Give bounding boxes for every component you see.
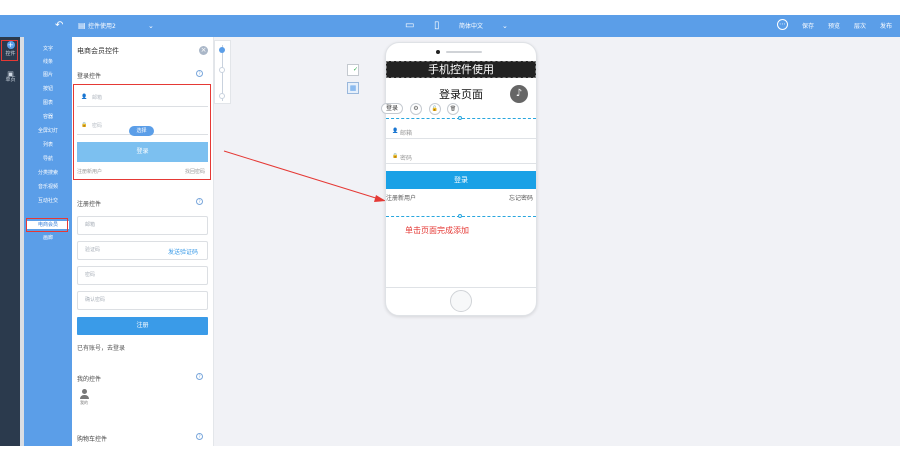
speaker-slot — [446, 51, 482, 53]
password-placeholder: 密码 — [400, 155, 413, 162]
category-item[interactable]: 图表 — [24, 99, 72, 107]
music-icon[interactable]: ♪ — [510, 85, 528, 103]
more-icon[interactable]: ⋯ — [777, 19, 788, 30]
save-button[interactable]: 保存 — [802, 22, 814, 31]
document-icon: ▤ — [78, 21, 86, 30]
highlight-box — [1, 40, 18, 61]
cart-section-title: 购物车控件 — [77, 436, 108, 443]
rail-page-label: 单页 — [5, 77, 16, 83]
category-item[interactable]: 互动社交 — [24, 197, 72, 205]
layer-button[interactable]: 层次 — [854, 22, 866, 31]
login-control-highlight[interactable] — [73, 84, 211, 180]
home-button[interactable] — [450, 290, 472, 312]
editor-app: ↶ ▤ 控件使用2 ⌄ ▭ ▯ 简体中文 ⌄ ⋯ 保存 预览 层次 发布 + 控… — [0, 0, 900, 461]
preview-button[interactable]: 预览 — [828, 22, 840, 31]
category-item[interactable]: 按钮 — [24, 85, 72, 93]
person-icon — [81, 389, 87, 394]
category-item[interactable]: 文字 — [24, 45, 72, 53]
my-control[interactable]: 我的 — [78, 389, 90, 405]
phone-forgot-link[interactable]: 忘记密码 — [509, 193, 533, 202]
chevron-down-icon[interactable]: ⌄ — [148, 20, 154, 32]
close-icon[interactable]: × — [199, 46, 208, 55]
annotation-text: 单击页面完成添加 — [405, 226, 469, 235]
publish-button[interactable]: 发布 — [880, 22, 892, 31]
send-code-button[interactable]: 发送验证码 — [168, 247, 198, 256]
confirm-password-field[interactable]: 确认密码 — [77, 291, 208, 310]
category-list: 文字 线条 图片 按钮 图表 容器 全屏幻灯 列表 导航 分类搜索 音乐视频 互… — [24, 37, 72, 446]
slider-handle[interactable] — [219, 47, 225, 53]
highlight-box — [26, 218, 68, 232]
category-item[interactable]: 图片 — [24, 71, 72, 79]
help-icon[interactable]: ? — [196, 198, 203, 205]
register-email-field[interactable]: 邮箱 — [77, 216, 208, 235]
document-name[interactable]: 控件使用2 — [88, 22, 116, 31]
undo-icon[interactable]: ↶ — [55, 20, 63, 32]
trash-icon[interactable]: 🗑 — [447, 103, 459, 115]
phone-password-field[interactable]: 🔒 密码 — [386, 147, 536, 164]
category-item[interactable]: 列表 — [24, 141, 72, 149]
phone-email-field[interactable]: 👤 邮箱 — [386, 122, 536, 139]
my-section-title: 我的控件 — [77, 376, 102, 383]
settings-icon[interactable]: ⚙ — [410, 103, 422, 115]
register-section-title: 注册控件 — [77, 201, 102, 208]
mobile-view-icon[interactable]: ▯ — [434, 20, 440, 32]
phone-register-link[interactable]: 注册新用户 — [386, 193, 416, 202]
panel-slider[interactable] — [214, 40, 231, 104]
phone-header[interactable]: 手机控件使用 — [386, 61, 536, 78]
category-item[interactable]: 分类搜索 — [24, 169, 72, 177]
rail-page[interactable]: ▣ 单页 — [2, 71, 19, 84]
panel-title: 电商会员控件 — [77, 47, 119, 55]
category-item[interactable]: 容器 — [24, 113, 72, 121]
phone-bottom-divider — [386, 287, 536, 288]
email-placeholder: 邮箱 — [400, 130, 413, 137]
slider-stop — [219, 93, 225, 99]
person-body — [79, 395, 89, 399]
help-icon[interactable]: ? — [196, 433, 203, 440]
check-tool-icon[interactable]: ✓ — [347, 64, 359, 76]
category-item[interactable]: 音乐视频 — [24, 183, 72, 191]
help-icon[interactable]: ? — [196, 373, 203, 380]
phone-frame: 手机控件使用 登录页面 ♪ 登录 ⚙ 🔓 🗑 👤 邮箱 🔒 密码 登录 注册新用… — [381, 42, 537, 316]
category-item[interactable]: 线条 — [24, 58, 72, 66]
have-account-link: 已有账号，去登录 — [77, 345, 126, 352]
grid-tool-icon[interactable]: ▦ — [347, 82, 359, 94]
lock-icon: 🔒 — [392, 153, 399, 159]
top-toolbar: ↶ ▤ 控件使用2 ⌄ ▭ ▯ 简体中文 ⌄ ⋯ 保存 预览 层次 发布 — [0, 15, 900, 37]
resize-handle[interactable] — [458, 116, 462, 120]
category-item[interactable]: 全屏幻灯 — [24, 127, 72, 135]
register-button: 注册 — [77, 317, 208, 335]
left-rail: + 控件 ▣ 单页 — [0, 37, 20, 446]
element-tag[interactable]: 登录 — [381, 103, 403, 114]
unlock-icon[interactable]: 🔓 — [429, 103, 441, 115]
desktop-view-icon[interactable]: ▭ — [405, 20, 414, 32]
slider-stop — [219, 67, 225, 73]
my-label: 我的 — [80, 400, 88, 405]
language-select[interactable]: 简体中文 — [459, 22, 483, 31]
login-section-title: 登录控件 — [77, 73, 102, 80]
help-icon[interactable]: ? — [196, 70, 203, 77]
category-item[interactable]: 画廊 — [24, 234, 72, 242]
phone-login-button[interactable]: 登录 — [386, 171, 536, 189]
control-panel: 电商会员控件 × 登录控件 ? 👤 邮箱 🔒 密码 选择 登录 注册新用户 找回… — [72, 37, 214, 446]
language-chevron-icon[interactable]: ⌄ — [502, 20, 508, 32]
user-icon: 👤 — [392, 128, 399, 134]
register-password-field[interactable]: 密码 — [77, 266, 208, 285]
category-item[interactable]: 导航 — [24, 155, 72, 163]
camera-dot — [436, 50, 440, 54]
resize-handle[interactable] — [458, 214, 462, 218]
